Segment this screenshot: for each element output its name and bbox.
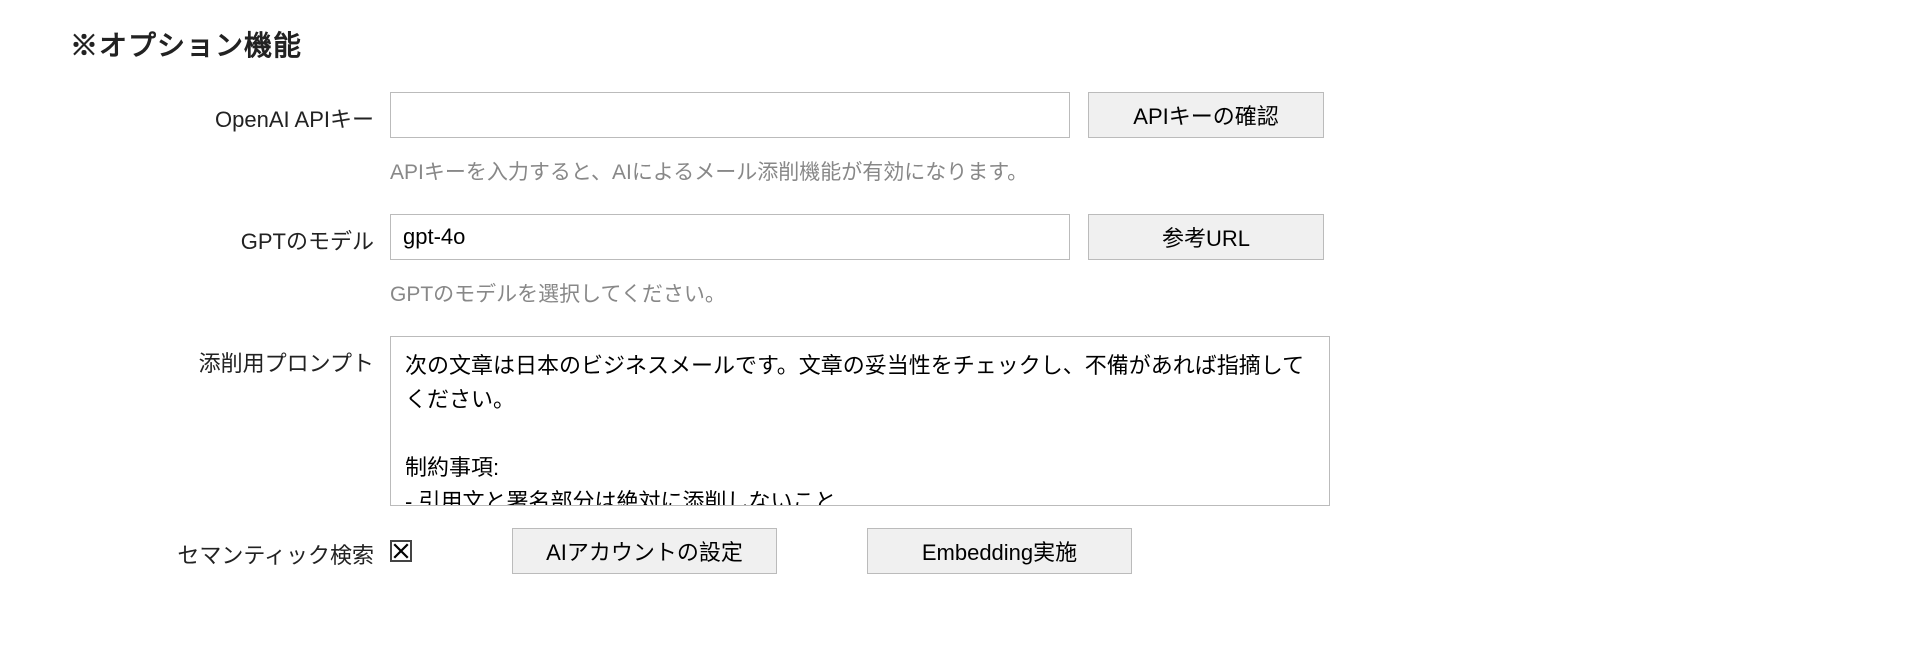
api-key-input[interactable] — [390, 92, 1070, 138]
label-semantic-search: セマンティック検索 — [70, 528, 390, 570]
reference-url-button[interactable]: 参考URL — [1088, 214, 1324, 260]
section-title: ※オプション機能 — [70, 24, 1850, 64]
semantic-search-checkbox[interactable] — [390, 540, 412, 562]
row-prompt: 添削用プロンプト — [70, 336, 1850, 506]
check-icon — [392, 542, 410, 560]
label-api-key: OpenAI APIキー — [70, 92, 390, 134]
embedding-run-button[interactable]: Embedding実施 — [867, 528, 1132, 574]
prompt-textarea[interactable] — [390, 336, 1330, 506]
label-prompt: 添削用プロンプト — [70, 336, 390, 378]
gpt-model-input[interactable] — [390, 214, 1070, 260]
label-gpt-model: GPTのモデル — [70, 214, 390, 256]
row-api-key: OpenAI APIキー APIキーの確認 — [70, 92, 1850, 140]
ai-account-settings-button[interactable]: AIアカウントの設定 — [512, 528, 777, 574]
row-gpt-model: GPTのモデル 参考URL — [70, 214, 1850, 262]
api-key-help: APIキーを入力すると、AIによるメール添削機能が有効になります。 — [390, 148, 1028, 186]
row-semantic-search: セマンティック検索 AIアカウントの設定 Embedding実施 — [70, 528, 1850, 576]
api-key-check-button[interactable]: APIキーの確認 — [1088, 92, 1324, 138]
gpt-model-help: GPTのモデルを選択してください。 — [390, 270, 726, 308]
